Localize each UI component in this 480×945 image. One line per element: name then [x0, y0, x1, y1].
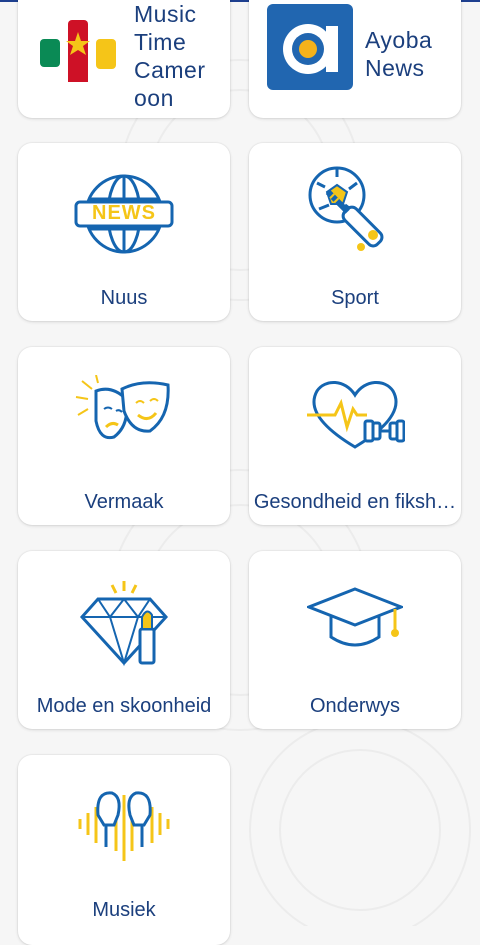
category-label: Mode en skoonheid [36, 695, 212, 717]
headphones-soundwave-icon [78, 791, 170, 861]
news-badge-text: NEWS [92, 202, 156, 224]
category-card-onderwys[interactable]: Onderwys [249, 551, 461, 729]
diamond-lipstick-icon [79, 581, 169, 667]
ayoba-logo-icon [267, 4, 353, 90]
channel-title: Ayoba News [365, 27, 433, 81]
category-card-mode-en-skoonheid[interactable]: Mode en skoonheid [18, 551, 230, 729]
channel-card-ayoba-news[interactable]: Ayoba News [249, 0, 461, 118]
category-label: Nuus [100, 287, 148, 309]
channel-title: Music Time Camer oon [134, 1, 206, 111]
cameroon-flag-bars-icon [40, 20, 116, 82]
category-card-nuus[interactable]: NEWS Nuus [18, 143, 230, 321]
heart-dumbbell-icon [307, 381, 405, 449]
category-label: Onderwys [309, 695, 401, 717]
channel-card-music-time-cameroon[interactable]: Music Time Camer oon [18, 0, 230, 118]
category-card-sport[interactable]: Sport [249, 143, 461, 321]
category-label: Gesondheid en fiksh… [253, 491, 457, 513]
category-label: Sport [331, 287, 379, 309]
soccer-ball-cricket-bat-icon [308, 166, 384, 251]
theater-masks-icon [75, 375, 170, 440]
category-card-gesondheid[interactable]: Gesondheid en fiksh… [249, 347, 461, 525]
category-label: Vermaak [84, 491, 164, 513]
category-label: Musiek [92, 899, 156, 921]
category-card-musiek[interactable]: Musiek [18, 755, 230, 945]
graduation-cap-icon [307, 587, 403, 647]
category-card-vermaak[interactable]: Vermaak [18, 347, 230, 525]
